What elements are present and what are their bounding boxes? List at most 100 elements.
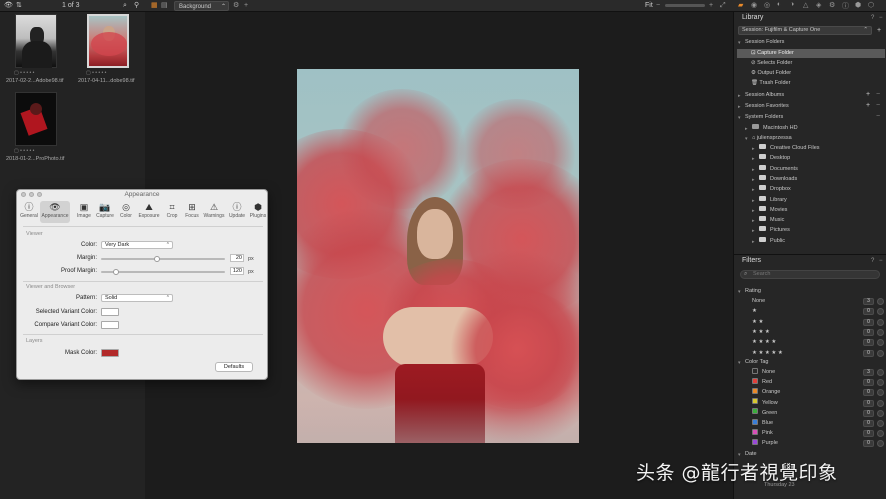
rating-toggle-button[interactable] [877, 318, 884, 326]
chevron-down-icon[interactable]: ▾ [738, 115, 741, 121]
rating-toggle-button[interactable] [877, 349, 884, 357]
color-tag-toggle-button[interactable] [877, 409, 884, 417]
session-favorites-header[interactable]: Session Favorites [745, 102, 789, 111]
subfolder-item[interactable]: Creative Cloud Files [759, 144, 820, 153]
tab-crop[interactable]: ⌗ Crop [162, 201, 182, 223]
help-icon[interactable]: ? [871, 256, 874, 266]
subfolder-item[interactable]: Dropbox [759, 185, 791, 194]
chevron-right-icon[interactable]: ▸ [752, 228, 755, 234]
rating-filter-item[interactable]: ★ [752, 307, 757, 316]
add-collection-icon[interactable]: + [877, 27, 881, 34]
chevron-right-icon[interactable]: ▸ [752, 218, 755, 224]
proof-margin-slider[interactable] [101, 271, 225, 273]
color-tag-filter-item[interactable]: Yellow [752, 398, 778, 408]
proof-margin-slider-thumb[interactable] [112, 269, 119, 275]
color-tool-icon[interactable]: ◐ [777, 1, 781, 8]
rating-filter-item[interactable]: ★ ★ [752, 318, 763, 327]
batch-tool-icon[interactable]: ⬡ [868, 1, 874, 9]
panel-menu-icon[interactable]: − [879, 256, 883, 266]
rating-dots[interactable]: ▢ • • • • • [14, 148, 34, 154]
compare-variant-color-swatch[interactable] [101, 321, 119, 329]
rating-toggle-button[interactable] [877, 308, 884, 316]
subfolder-item[interactable]: Music [759, 216, 784, 225]
zoom-in-icon[interactable]: + [709, 1, 713, 11]
exposure-tool-icon[interactable]: ◑ [790, 1, 794, 8]
thumbnail-1[interactable]: ▢ • • • • • 2017-02-2...Adobe98.tif [2, 14, 70, 88]
tab-plugins[interactable]: ⬢ Plugins [248, 201, 268, 223]
filters-header[interactable]: Filters ? − [734, 256, 886, 266]
thumbnail-2[interactable]: ▢ • • • • • 2017-04-11...dobe98.tif [74, 14, 142, 88]
system-folders-header[interactable]: System Folders [745, 113, 783, 122]
metadata-tool-icon[interactable]: ⓘ [842, 1, 849, 11]
add-icon[interactable]: + [244, 1, 248, 11]
color-tag-filter-item[interactable]: Pink [752, 428, 773, 438]
color-tag-toggle-button[interactable] [877, 440, 884, 448]
rating-dots[interactable]: ▢ • • • • • [86, 70, 106, 76]
color-tag-filter-item[interactable]: Orange [752, 387, 780, 397]
rating-toggle-button[interactable] [877, 298, 884, 305]
subfolder-item[interactable]: Documents [759, 164, 798, 174]
chevron-right-icon[interactable]: ▸ [738, 93, 741, 99]
chevron-right-icon[interactable]: ▸ [752, 239, 755, 245]
remove-album-icon[interactable]: − [876, 91, 880, 98]
chevron-right-icon[interactable]: ▸ [738, 104, 741, 110]
thumbnail-3[interactable]: ▢ • • • • • 2018-01-2...ProPhoto.tif [2, 92, 70, 166]
library-tool-icon[interactable]: ▰ [738, 1, 743, 9]
tab-update[interactable]: ⓘ Update [227, 201, 247, 223]
main-photo[interactable] [297, 69, 579, 443]
thumbnail-image[interactable] [15, 14, 57, 68]
expand-icon[interactable]: ⤢ [720, 1, 726, 11]
pattern-select[interactable]: Solid ⌃ [101, 294, 173, 302]
viewer-mode-icon[interactable]: ▤ [161, 1, 168, 11]
filter-icon[interactable]: ⚲ [134, 1, 139, 11]
color-tag-filter-item[interactable]: Purple [752, 438, 778, 448]
background-select[interactable]: Background ⌃ [174, 1, 229, 11]
subfolder-item[interactable]: Downloads [759, 174, 797, 184]
color-tag-filter-item[interactable]: Blue [752, 418, 773, 428]
details-tool-icon[interactable]: △ [803, 1, 808, 9]
color-tag-header[interactable]: Color Tag [745, 358, 768, 367]
chevron-right-icon[interactable]: ▸ [752, 208, 755, 214]
thumbnail-image[interactable] [87, 14, 129, 68]
session-albums-header[interactable]: Session Albums [745, 91, 784, 100]
mask-color-swatch[interactable] [101, 349, 119, 357]
adjustments-icon[interactable]: ⚙ [829, 1, 835, 9]
color-tag-toggle-button[interactable] [877, 369, 884, 376]
trash-folder-item[interactable]: 🗑 Trash Folder [751, 79, 790, 88]
rating-filter-item[interactable]: ★ ★ ★ ★ [752, 338, 776, 347]
chevron-right-icon[interactable]: ▸ [752, 156, 755, 162]
rating-toggle-button[interactable] [877, 328, 884, 336]
tab-exposure[interactable]: ⛰ Exposure [137, 201, 161, 223]
session-folders-header[interactable]: Session Folders [745, 38, 784, 47]
color-select[interactable]: Very Dark ⌃ [101, 241, 173, 249]
add-album-icon[interactable]: + [866, 91, 870, 98]
macintosh-hd-item[interactable]: Macintosh HD [752, 124, 798, 133]
tab-appearance[interactable]: 👁 Appearance [40, 201, 70, 223]
capture-tool-icon[interactable]: ◉ [751, 1, 757, 9]
color-tag-filter-item[interactable]: Green [752, 408, 777, 418]
eye-icon[interactable]: 👁 [4, 1, 13, 11]
thumbnail-image[interactable] [15, 92, 57, 146]
help-icon[interactable]: ? [871, 13, 874, 23]
tools-icon[interactable]: ⚙ [233, 1, 239, 11]
color-tag-toggle-button[interactable] [877, 420, 884, 427]
chevron-down-icon[interactable]: ▾ [738, 289, 741, 295]
tab-color[interactable]: ◎ Color [116, 201, 136, 223]
margin-slider-thumb[interactable] [153, 256, 160, 262]
chevron-right-icon[interactable]: ▸ [752, 187, 755, 193]
chevron-down-icon[interactable]: ▾ [738, 360, 741, 366]
library-header[interactable]: Library ? − [734, 13, 886, 23]
zoom-out-icon[interactable]: − [656, 1, 660, 11]
color-tag-toggle-button[interactable] [877, 430, 884, 438]
defaults-button[interactable]: Defaults [215, 362, 253, 372]
zoom-slider[interactable] [665, 4, 705, 7]
add-favorite-icon[interactable]: + [866, 102, 870, 109]
subfolder-item[interactable]: Movies [759, 205, 787, 215]
subfolder-item[interactable]: Desktop [759, 154, 790, 163]
fit-label[interactable]: Fit [645, 1, 653, 11]
remove-system-icon[interactable]: − [876, 113, 880, 120]
color-tag-filter-item[interactable]: Red [752, 377, 772, 387]
proof-margin-field[interactable]: 120 [230, 267, 244, 275]
rating-filter-item[interactable]: ★ ★ ★ [752, 328, 770, 337]
local-adjust-icon[interactable]: ◈ [816, 1, 821, 9]
